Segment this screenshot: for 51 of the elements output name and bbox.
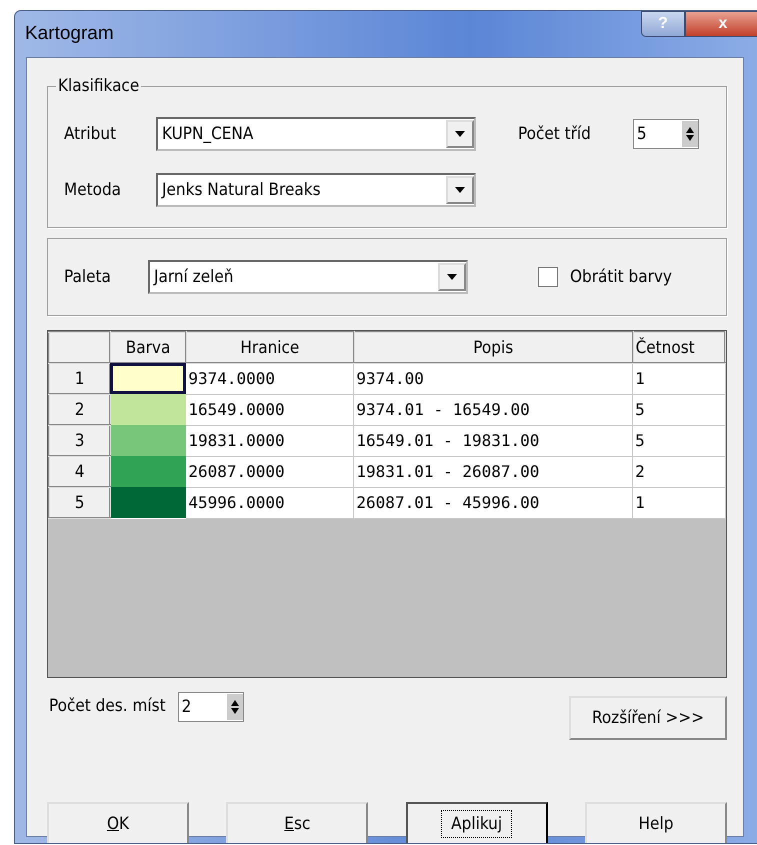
palette-dropdown[interactable]: Jarní zeleň xyxy=(148,260,468,294)
field-label: Počet tříd xyxy=(518,124,591,144)
row-header[interactable]: 1 xyxy=(49,363,110,394)
header-corner xyxy=(49,332,110,363)
field-label: Metoda xyxy=(64,180,122,200)
table-cell: 1 xyxy=(632,487,725,518)
column-header[interactable]: Četnost xyxy=(632,332,725,363)
window-title: Kartogram xyxy=(25,23,114,45)
spin-field[interactable]: 5 xyxy=(632,119,699,149)
row-header[interactable]: 3 xyxy=(49,425,110,456)
attribute-dropdown[interactable]: KUPN_CENA xyxy=(156,117,476,151)
table-cell: 19831.0000 xyxy=(186,425,354,456)
table-cell: 16549.01 - 19831.00 xyxy=(354,425,633,456)
table-cell: 45996.0000 xyxy=(186,487,354,518)
field-label: Počet des. míst xyxy=(49,696,166,716)
field-label: Paleta xyxy=(64,267,112,287)
checkbox[interactable] xyxy=(538,267,558,287)
dialog-button[interactable]: Help xyxy=(584,802,727,843)
extend-button[interactable]: Rozšíření >>> xyxy=(569,696,727,740)
column-header[interactable]: Hranice xyxy=(186,332,354,363)
color-swatch[interactable] xyxy=(110,394,186,425)
table-cell: 1 xyxy=(632,363,725,394)
field-label: Atribut xyxy=(64,124,118,144)
table-cell: 26087.0000 xyxy=(186,456,354,487)
color-swatch[interactable] xyxy=(110,425,186,456)
table-cell: 2 xyxy=(632,456,725,487)
dialog-button[interactable]: Aplikuj xyxy=(406,802,548,843)
table-cell: 19831.01 - 26087.00 xyxy=(354,456,633,487)
color-swatch[interactable] xyxy=(110,363,186,394)
spin-field[interactable]: 2 xyxy=(178,692,244,722)
row-header[interactable]: 5 xyxy=(49,487,110,518)
dialog-button[interactable]: Esc xyxy=(226,802,368,843)
row-header[interactable]: 4 xyxy=(49,456,110,487)
method-dropdown[interactable]: Jenks Natural Breaks xyxy=(156,173,476,207)
spinner-arrows-icon xyxy=(682,121,698,147)
table-cell: 26087.01 - 45996.00 xyxy=(354,487,633,518)
table-cell: 9374.0000 xyxy=(186,363,354,394)
table-cell: 5 xyxy=(632,425,725,456)
table-cell: 9374.00 xyxy=(354,363,633,394)
group-label: Klasifikace xyxy=(57,76,140,96)
table-cell: 5 xyxy=(632,394,725,425)
spinner-arrows-icon xyxy=(226,694,243,720)
column-header[interactable]: Barva xyxy=(110,332,186,363)
table-cell: 9374.01 - 16549.00 xyxy=(354,394,633,425)
column-header[interactable]: Popis xyxy=(354,332,633,363)
row-header[interactable]: 2 xyxy=(49,394,110,425)
checkbox-label: Obrátit barvy xyxy=(570,267,672,287)
color-swatch[interactable] xyxy=(110,487,186,518)
table-cell: 16549.0000 xyxy=(186,394,354,425)
dialog-button[interactable]: OK xyxy=(47,802,189,843)
color-swatch[interactable] xyxy=(110,456,186,487)
